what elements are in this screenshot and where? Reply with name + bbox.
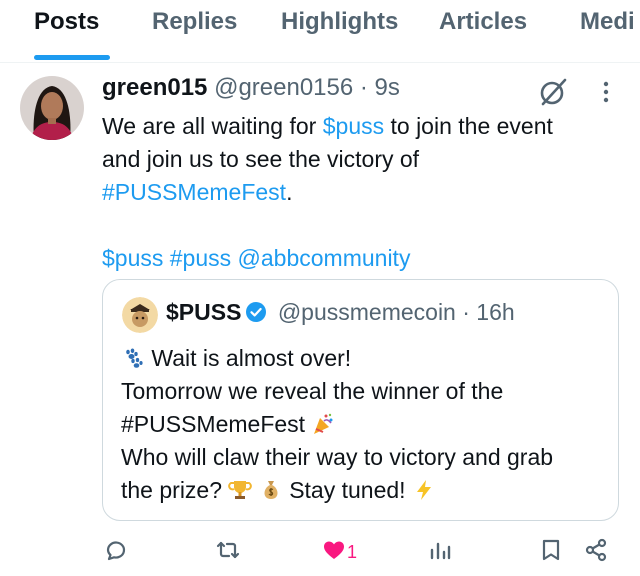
- lightning-icon: [412, 478, 436, 502]
- paw-prints-icon: [121, 346, 145, 370]
- quoted-body: Wait is almost over! Tomorrow we reveal …: [121, 342, 611, 507]
- repost-icon[interactable]: [216, 538, 240, 567]
- quoted-line-5b: Stay tuned!: [289, 477, 406, 503]
- post-header: green015 @green0156 · 9s: [102, 74, 400, 102]
- post-link[interactable]: #PUSSMemeFest: [102, 179, 286, 205]
- author-name[interactable]: green015: [102, 74, 207, 101]
- verified-badge-icon: [245, 301, 267, 323]
- grok-icon[interactable]: [537, 76, 569, 108]
- post-text: to join the event: [384, 113, 553, 139]
- tab-replies[interactable]: Replies: [152, 8, 237, 36]
- like-icon[interactable]: [322, 538, 346, 567]
- quoted-line-2: Tomorrow we reveal the winner of the: [121, 378, 504, 404]
- post-body: We are all waiting for $puss to join the…: [102, 110, 622, 275]
- tab-media[interactable]: Medi: [580, 8, 635, 36]
- post-text: We are all waiting for: [102, 113, 323, 139]
- quoted-header: $PUSS @pussmemecoin · 16h: [166, 299, 515, 326]
- bookmark-icon[interactable]: [540, 538, 562, 567]
- author-handle[interactable]: @green0156: [214, 74, 353, 101]
- post-text: .: [286, 179, 293, 205]
- tab-highlights[interactable]: Highlights: [281, 8, 398, 36]
- quoted-post[interactable]: $PUSS @pussmemecoin · 16h Wait is almost…: [102, 279, 619, 521]
- views-icon[interactable]: [428, 538, 452, 567]
- quoted-avatar[interactable]: [122, 297, 158, 333]
- reply-icon[interactable]: [104, 538, 128, 567]
- quoted-time[interactable]: · 16h: [462, 299, 514, 325]
- quoted-handle[interactable]: @pussmemecoin: [278, 299, 456, 325]
- post-line: [102, 209, 622, 242]
- profile-tabs: Posts Replies Highlights Articles Medi: [0, 0, 640, 63]
- active-tab-indicator: [34, 55, 110, 60]
- post-link[interactable]: $puss #puss @abbcommunity: [102, 245, 410, 271]
- like-count[interactable]: 1: [347, 542, 357, 563]
- quoted-line-4: Who will claw their way to victory and g…: [121, 444, 554, 470]
- tab-posts[interactable]: Posts: [34, 8, 99, 36]
- post-line: $puss #puss @abbcommunity: [102, 242, 622, 275]
- share-icon[interactable]: [584, 538, 608, 567]
- avatar[interactable]: [20, 76, 84, 140]
- money-bag-icon: [259, 478, 283, 502]
- post-actions: 1: [0, 532, 640, 572]
- post-line: and join us to see the victory of: [102, 143, 622, 176]
- post-line: #PUSSMemeFest.: [102, 176, 622, 209]
- quoted-name[interactable]: $PUSS: [166, 299, 241, 325]
- post-line: We are all waiting for $puss to join the…: [102, 110, 622, 143]
- party-popper-icon: [311, 412, 335, 436]
- quoted-line-3: #PUSSMemeFest: [121, 411, 306, 437]
- more-options-icon[interactable]: [596, 78, 616, 108]
- trophy-icon: [228, 478, 253, 502]
- quoted-line-5a: the prize?: [121, 477, 223, 503]
- tab-articles[interactable]: Articles: [439, 8, 527, 36]
- post-link[interactable]: $puss: [323, 113, 384, 139]
- quoted-line-1: Wait is almost over!: [151, 345, 352, 371]
- post-text: and join us to see the victory of: [102, 146, 420, 172]
- post-time[interactable]: · 9s: [360, 74, 400, 101]
